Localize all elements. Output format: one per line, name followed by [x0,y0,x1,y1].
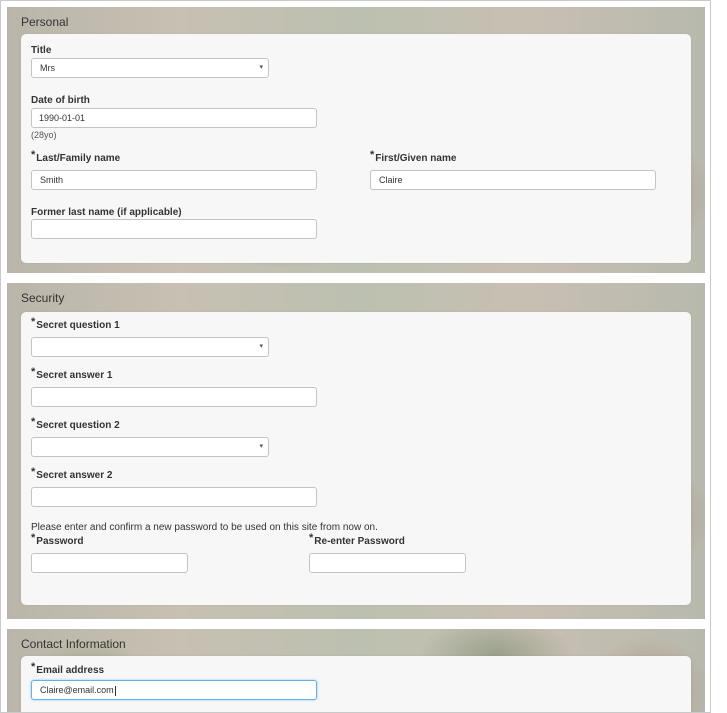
required-marker: * [31,532,36,544]
security-section: Security *Secret question 1 *Secret answ… [7,283,705,619]
secret-answer-1-input[interactable] [31,387,317,407]
email-label-text: Email address [36,665,105,676]
email-value: Claire@email.com [40,685,114,695]
required-marker: * [31,466,36,478]
first-name-value: Claire [379,175,403,185]
email-input[interactable]: Claire@email.com [31,680,317,700]
last-name-input[interactable]: Smith [31,170,317,190]
secret-answer-1-label: *Secret answer 1 [31,366,113,381]
title-select-value: Mrs [40,63,55,73]
required-marker: * [31,416,36,428]
dob-value: 1990-01-01 [39,113,86,123]
required-marker: * [309,532,314,544]
first-name-input[interactable]: Claire [370,170,656,190]
security-panel: *Secret question 1 *Secret answer 1 *Sec… [21,312,691,605]
personal-panel: Title Mrs Date of birth 1990-01-01 (28yo… [21,34,691,263]
secret-question-2-label: *Secret question 2 [31,416,120,431]
required-marker: * [370,149,375,161]
reenter-password-input[interactable] [309,553,466,573]
registration-form: Personal Title Mrs Date of birth 1990-01… [0,0,711,713]
last-name-label-text: Last/Family name [36,153,121,164]
required-marker: * [31,366,36,378]
contact-panel: *Email address Claire@email.com [21,656,691,712]
text-cursor [114,685,116,696]
first-name-label-text: First/Given name [375,153,457,164]
reenter-password-label: *Re-enter Password [309,532,405,547]
dob-label: Date of birth [31,95,90,106]
secret-question-1-select[interactable] [31,337,269,357]
password-instructions: Please enter and confirm a new password … [31,522,378,533]
former-name-label: Former last name (if applicable) [31,207,182,218]
personal-section-title: Personal [21,15,69,29]
email-label: *Email address [31,661,105,676]
dob-input[interactable]: 1990-01-01 [31,108,317,128]
last-name-value: Smith [40,175,64,185]
password-label-text: Password [36,536,84,547]
secret-question-1-label: *Secret question 1 [31,316,120,331]
required-marker: * [31,661,36,673]
secret-question-1-label-text: Secret question 1 [36,320,120,331]
password-label: *Password [31,532,84,547]
contact-section-title: Contact Information [21,637,126,651]
secret-question-2-label-text: Secret question 2 [36,420,120,431]
personal-section: Personal Title Mrs Date of birth 1990-01… [7,7,705,273]
title-label: Title [31,45,52,56]
password-input[interactable] [31,553,188,573]
reenter-password-label-text: Re-enter Password [314,536,405,547]
required-marker: * [31,316,36,328]
title-select[interactable]: Mrs [31,58,269,78]
first-name-label: *First/Given name [370,149,457,164]
secret-answer-2-label: *Secret answer 2 [31,466,113,481]
secret-question-2-select[interactable] [31,437,269,457]
contact-section: Contact Information *Email address Clair… [7,629,705,712]
required-marker: * [31,149,36,161]
last-name-label: *Last/Family name [31,149,121,164]
security-section-title: Security [21,291,65,305]
secret-answer-2-input[interactable] [31,487,317,507]
secret-answer-1-label-text: Secret answer 1 [36,370,113,381]
former-name-input[interactable] [31,219,317,239]
age-hint: (28yo) [31,130,57,140]
secret-answer-2-label-text: Secret answer 2 [36,470,113,481]
